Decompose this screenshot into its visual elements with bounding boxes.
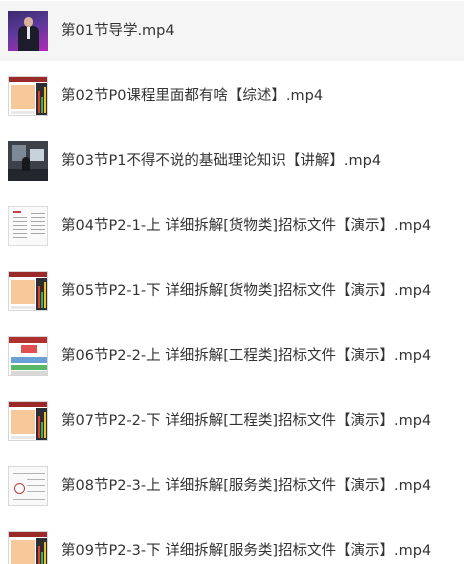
chart-thumbnail [8, 271, 48, 311]
presenter-thumbnail [8, 11, 48, 51]
file-row[interactable]: 第04节P2-1-上 详细拆解[货物类]招标文件【演示】.mp4 [0, 196, 464, 256]
video-file-list: 第01节导学.mp4 第02节P0课程里面都有啥【综述】.mp4 第03节P1不… [0, 0, 464, 564]
document-thumbnail [8, 206, 48, 246]
file-row[interactable]: 第07节P2-2-下 详细拆解[工程类]招标文件【演示】.mp4 [0, 391, 464, 451]
file-row[interactable]: 第02节P0课程里面都有啥【综述】.mp4 [0, 66, 464, 126]
file-name: 第01节导学.mp4 [61, 23, 175, 39]
file-row[interactable]: 第01节导学.mp4 [0, 1, 464, 61]
file-row[interactable]: 第06节P2-2-上 详细拆解[工程类]招标文件【演示】.mp4 [0, 326, 464, 386]
file-name: 第07节P2-2-下 详细拆解[工程类]招标文件【演示】.mp4 [61, 413, 432, 429]
file-name: 第03节P1不得不说的基础理论知识【讲解】.mp4 [61, 153, 382, 169]
chart-thumbnail [8, 531, 48, 564]
file-row[interactable]: 第09节P2-3-下 详细拆解[服务类]招标文件【演示】.mp4 [0, 521, 464, 564]
file-name: 第02节P0课程里面都有啥【综述】.mp4 [61, 88, 324, 104]
sheet-thumbnail [8, 466, 48, 506]
file-row[interactable]: 第03节P1不得不说的基础理论知识【讲解】.mp4 [0, 131, 464, 191]
file-name: 第05节P2-1-下 详细拆解[货物类]招标文件【演示】.mp4 [61, 283, 432, 299]
file-row[interactable]: 第08节P2-3-上 详细拆解[服务类]招标文件【演示】.mp4 [0, 456, 464, 516]
file-name: 第09节P2-3-下 详细拆解[服务类]招标文件【演示】.mp4 [61, 543, 432, 559]
file-name: 第04节P2-1-上 详细拆解[货物类]招标文件【演示】.mp4 [61, 218, 432, 234]
room-thumbnail [8, 141, 48, 181]
chart-thumbnail [8, 401, 48, 441]
chart-thumbnail [8, 76, 48, 116]
file-name: 第06节P2-2-上 详细拆解[工程类]招标文件【演示】.mp4 [61, 348, 432, 364]
spreadsheet-thumbnail [8, 336, 48, 376]
file-name: 第08节P2-3-上 详细拆解[服务类]招标文件【演示】.mp4 [61, 478, 432, 494]
file-row[interactable]: 第05节P2-1-下 详细拆解[货物类]招标文件【演示】.mp4 [0, 261, 464, 321]
